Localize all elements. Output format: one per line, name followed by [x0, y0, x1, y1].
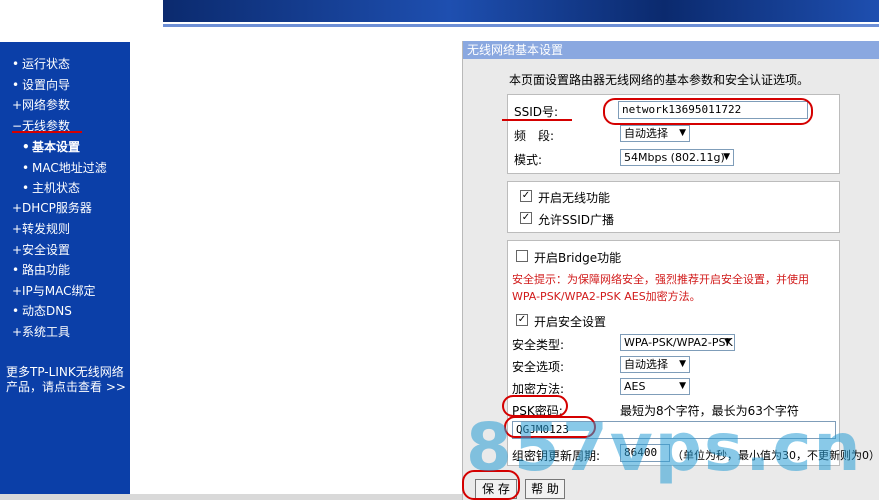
sidebar-item-forwarding-rules[interactable]: +转发规则 [12, 220, 70, 238]
security-type-selected-value: WPA-PSK/WPA2-PSK [624, 336, 733, 349]
expand-icon: + [12, 325, 23, 339]
checkmark-icon: ✓ [521, 212, 531, 223]
promo-line: 产品，请点击查看 >> [6, 380, 126, 394]
enable-bridge-label: 开启Bridge功能 [534, 251, 622, 265]
enable-wireless-label: 开启无线功能 [538, 191, 611, 205]
annotation-underline [12, 131, 82, 133]
expand-icon: + [12, 98, 23, 112]
annotation-ssid-underline [502, 119, 572, 121]
sidebar-item-label: 系统工具 [22, 325, 71, 339]
sidebar-item-ddns[interactable]: • 动态DNS [12, 302, 72, 320]
site-watermark: 857vps.cn [466, 409, 863, 486]
expand-icon: + [12, 222, 23, 236]
top-banner [0, 0, 879, 30]
mode-select[interactable]: 54Mbps (802.11g) ▼ [620, 149, 734, 166]
security-warning-text: 安全提示：为保障网络安全，强烈推荐开启安全设置，并使用 [512, 273, 809, 286]
bullet-icon: • [12, 78, 20, 92]
band-label: 频 段: [514, 129, 555, 143]
sidebar-item-dhcp-server[interactable]: +DHCP服务器 [12, 199, 92, 217]
sidebar-item-label: 基本设置 [32, 140, 81, 154]
enable-security-checkbox[interactable]: ✓ [516, 314, 528, 326]
wireless-toggle-section: ✓ 开启无线功能 ✓ 允许SSID广播 [507, 181, 840, 233]
sidebar-menu: • 运行状态 • 设置向导 +网络参数 −无线参数 • 基本设置 • MAC地址过滤 •… [0, 42, 130, 494]
security-type-select[interactable]: WPA-PSK/WPA2-PSK ▼ [620, 334, 735, 351]
bottom-scroll-strip [0, 494, 462, 500]
bullet-icon: • [12, 57, 20, 71]
expand-icon: + [12, 243, 23, 257]
bullet-icon: • [22, 161, 30, 175]
band-selected-value: 自动选择 [624, 127, 668, 140]
checkmark-icon: ✓ [521, 190, 531, 201]
sidebar-item-setup-wizard[interactable]: • 设置向导 [12, 76, 70, 94]
sidebar-item-running-status[interactable]: • 运行状态 [12, 55, 70, 73]
chevron-down-icon: ▼ [724, 337, 731, 347]
sidebar-item-label: 路由功能 [22, 263, 71, 277]
allow-ssid-broadcast-checkbox[interactable]: ✓ [520, 212, 532, 224]
panel-title: 无线网络基本设置 [463, 41, 879, 59]
sidebar-item-label: 动态DNS [22, 304, 72, 318]
banner-logo-image [163, 0, 879, 27]
band-select[interactable]: 自动选择 ▼ [620, 125, 690, 142]
security-option-select[interactable]: 自动选择 ▼ [620, 356, 690, 373]
chevron-down-icon: ▼ [723, 152, 730, 162]
ssid-label: SSID号: [514, 105, 559, 119]
sidebar-item-label: 网络参数 [22, 98, 71, 112]
encryption-select[interactable]: AES ▼ [620, 378, 690, 395]
sidebar-item-label: 转发规则 [22, 222, 71, 236]
security-warning-text-2: WPA-PSK/WPA2-PSK AES加密方法。 [512, 290, 701, 303]
sidebar-item-label: 主机状态 [32, 181, 81, 195]
annotation-ssid-circle [603, 98, 813, 125]
sidebar-item-mac-filter[interactable]: • MAC地址过滤 [22, 159, 107, 177]
mode-selected-value: 54Mbps (802.11g) [624, 151, 725, 164]
sidebar-item-label: IP与MAC绑定 [22, 284, 96, 298]
enable-wireless-checkbox[interactable]: ✓ [520, 190, 532, 202]
content-left-blank [130, 42, 463, 494]
panel-description: 本页面设置路由器无线网络的基本参数和安全认证选项。 [509, 73, 810, 87]
allow-ssid-broadcast-label: 允许SSID广播 [538, 213, 615, 227]
expand-icon: + [12, 201, 23, 215]
bullet-icon: • [22, 181, 30, 195]
enable-bridge-checkbox[interactable] [516, 250, 528, 262]
expand-icon: + [12, 284, 23, 298]
mode-label: 模式: [514, 153, 543, 167]
sidebar-item-host-status[interactable]: • 主机状态 [22, 179, 80, 197]
bullet-icon: • [12, 263, 20, 277]
sidebar-item-security-settings[interactable]: +安全设置 [12, 241, 70, 259]
bullet-icon: • [22, 140, 30, 154]
sidebar-item-basic-settings[interactable]: • 基本设置 [22, 138, 80, 156]
enable-security-label: 开启安全设置 [534, 315, 607, 329]
chevron-down-icon: ▼ [679, 381, 686, 391]
encryption-selected-value: AES [624, 380, 646, 393]
promo-line: 更多TP-LINK无线网络 [6, 365, 124, 379]
sidebar-item-network-params[interactable]: +网络参数 [12, 96, 70, 114]
security-option-label: 安全选项: [512, 360, 565, 374]
security-option-selected-value: 自动选择 [624, 358, 668, 371]
bullet-icon: • [12, 304, 20, 318]
chevron-down-icon: ▼ [679, 359, 686, 369]
sidebar-item-label: DHCP服务器 [22, 201, 92, 215]
sidebar-item-system-tools[interactable]: +系统工具 [12, 323, 70, 341]
security-type-label: 安全类型: [512, 338, 565, 352]
sidebar-item-routing[interactable]: • 路由功能 [12, 261, 70, 279]
sidebar-item-label: MAC地址过滤 [32, 161, 107, 175]
checkmark-icon: ✓ [517, 314, 527, 325]
sidebar-item-label: 运行状态 [22, 57, 71, 71]
sidebar-item-ip-mac-binding[interactable]: +IP与MAC绑定 [12, 282, 96, 300]
chevron-down-icon: ▼ [679, 128, 686, 138]
sidebar-promo-link[interactable]: 更多TP-LINK无线网络 产品，请点击查看 >> [6, 365, 130, 395]
sidebar-item-label: 安全设置 [22, 243, 71, 257]
sidebar-item-label: 设置向导 [22, 78, 71, 92]
